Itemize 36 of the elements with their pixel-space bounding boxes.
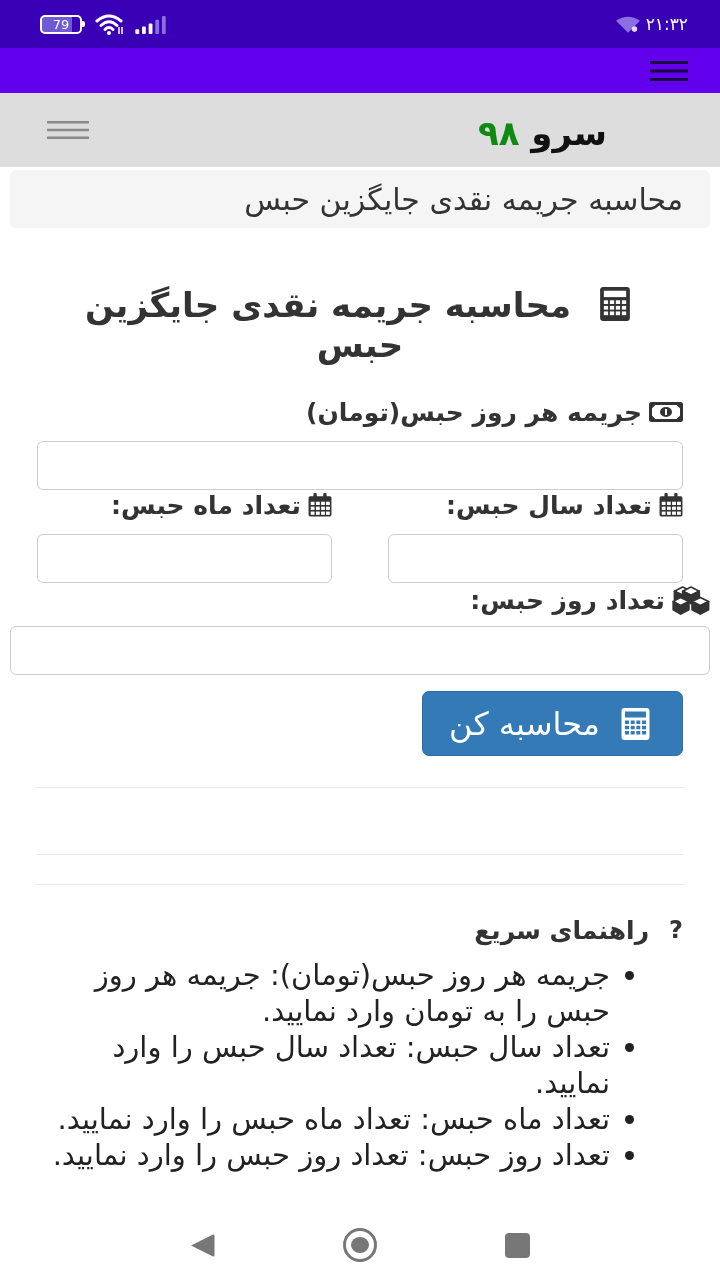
signal-icon bbox=[135, 14, 168, 34]
bullet-icon bbox=[625, 1043, 634, 1052]
field-label: تعداد روز حبس: bbox=[470, 585, 665, 615]
calculate-button[interactable]: محاسبه کن bbox=[422, 691, 683, 756]
help-item: جریمه هر روز حبس(تومان): جریمه هر روز حبس را به تومان وارد نمایید. bbox=[92, 957, 610, 1029]
wifi-question-icon bbox=[615, 15, 640, 33]
field-label: تعداد ماه حبس: bbox=[111, 490, 301, 520]
clock-time: ۲۱:۳۲ bbox=[645, 14, 688, 34]
menu-icon[interactable] bbox=[47, 121, 89, 139]
breadcrumb: محاسبه جریمه نقدی جایگزین حبس bbox=[10, 170, 710, 228]
field-label: تعداد سال حبس: bbox=[446, 490, 652, 520]
help-title: راهنمای سریع bbox=[474, 915, 650, 945]
calendar-icon bbox=[659, 493, 683, 517]
back-icon[interactable] bbox=[190, 1232, 215, 1258]
bullet-icon bbox=[625, 971, 634, 980]
input-field[interactable] bbox=[37, 534, 332, 583]
field-label: جریمه هر روز حبس(تومان) bbox=[306, 397, 642, 427]
bullet-icon bbox=[625, 1151, 634, 1160]
calendar-icon bbox=[308, 493, 332, 517]
cubes-icon bbox=[672, 585, 710, 615]
recents-icon[interactable] bbox=[505, 1232, 530, 1258]
calculator-icon bbox=[620, 707, 651, 740]
help-item: تعداد سال حبس: تعداد سال حبس را وارد نمایید. bbox=[111, 1029, 610, 1101]
banknote-icon bbox=[649, 402, 683, 422]
input-field[interactable] bbox=[37, 441, 683, 490]
menu-icon[interactable] bbox=[650, 60, 688, 81]
battery-indicator: 79 bbox=[40, 14, 85, 34]
question-icon: ? bbox=[669, 916, 683, 944]
home-icon[interactable] bbox=[343, 1228, 377, 1262]
input-field[interactable] bbox=[388, 534, 683, 583]
wifi-icon bbox=[95, 13, 125, 35]
page-heading: محاسبه جریمه نقدی جایگزین حبس bbox=[85, 285, 571, 365]
bullet-icon bbox=[625, 1115, 634, 1124]
help-item: تعداد ماه حبس: تعداد ماه حبس را وارد نمایید. bbox=[57, 1101, 610, 1137]
help-item: تعداد روز حبس: تعداد روز حبس را وارد نمایید. bbox=[52, 1137, 610, 1173]
input-field[interactable] bbox=[10, 626, 710, 675]
